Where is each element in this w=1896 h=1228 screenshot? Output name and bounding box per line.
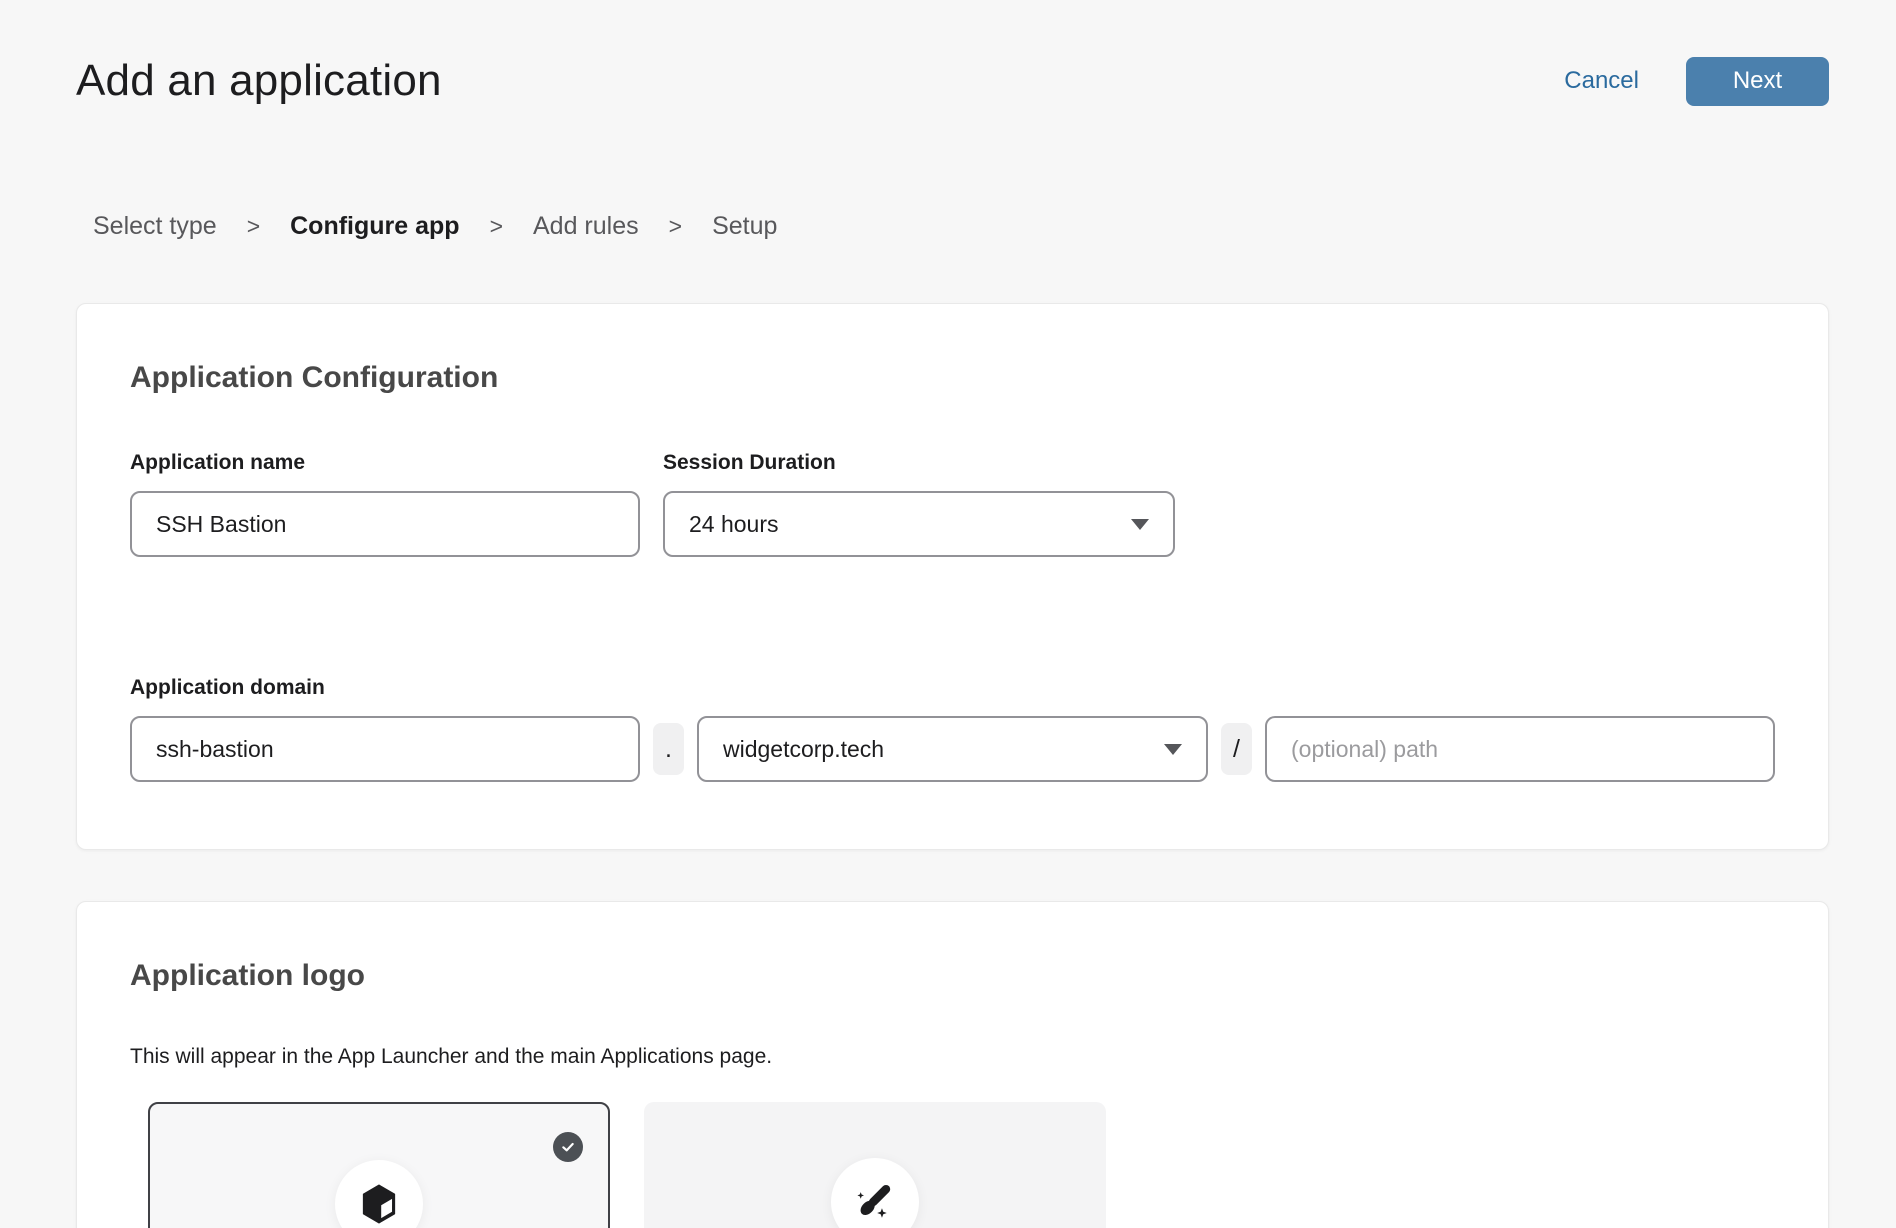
step-separator: > xyxy=(669,213,682,240)
cube-icon xyxy=(357,1182,401,1226)
default-logo-tile[interactable] xyxy=(148,1102,610,1228)
application-name-input[interactable] xyxy=(130,491,640,557)
name-session-row: Application name Session Duration 24 hou… xyxy=(130,448,1775,557)
slash-separator: / xyxy=(1221,723,1252,775)
paintbrush-sparkles-icon xyxy=(853,1180,897,1224)
custom-logo-circle xyxy=(831,1158,919,1228)
session-duration-label: Session Duration xyxy=(663,448,1175,477)
selected-badge xyxy=(553,1132,583,1162)
wizard-steps: Select type > Configure app > Add rules … xyxy=(93,212,1896,241)
chevron-down-icon xyxy=(1164,744,1182,755)
step-setup[interactable]: Setup xyxy=(712,212,777,241)
default-logo-circle xyxy=(335,1160,423,1228)
step-configure-app[interactable]: Configure app xyxy=(290,212,459,241)
application-domain-section: Application domain . widgetcorp.tech / xyxy=(130,673,1775,782)
dot-separator: . xyxy=(653,723,684,775)
subdomain-input[interactable] xyxy=(130,716,640,782)
page-header: Add an application Cancel Next xyxy=(0,0,1896,110)
application-domain-label: Application domain xyxy=(130,673,1775,702)
session-duration-select[interactable]: 24 hours xyxy=(663,491,1175,557)
application-name-field-group: Application name xyxy=(130,448,640,557)
session-duration-value: 24 hours xyxy=(689,511,779,538)
domain-select-value: widgetcorp.tech xyxy=(723,736,884,763)
custom-logo-tile[interactable] xyxy=(644,1102,1106,1228)
step-separator: > xyxy=(247,213,260,240)
application-domain-row: . widgetcorp.tech / xyxy=(130,716,1775,782)
application-name-label: Application name xyxy=(130,448,640,477)
cancel-button[interactable]: Cancel xyxy=(1564,67,1639,95)
next-button[interactable]: Next xyxy=(1686,57,1829,106)
application-logo-card: Application logo This will appear in the… xyxy=(76,901,1829,1228)
application-configuration-heading: Application Configuration xyxy=(130,358,1775,398)
path-input[interactable] xyxy=(1265,716,1775,782)
session-duration-field-group: Session Duration 24 hours xyxy=(663,448,1175,557)
step-add-rules[interactable]: Add rules xyxy=(533,212,639,241)
step-select-type[interactable]: Select type xyxy=(93,212,217,241)
logo-options xyxy=(148,1102,1775,1228)
domain-select[interactable]: widgetcorp.tech xyxy=(697,716,1208,782)
add-application-page: Add an application Cancel Next Select ty… xyxy=(0,0,1896,1228)
header-actions: Cancel Next xyxy=(1564,57,1829,106)
step-separator: > xyxy=(490,213,503,240)
application-configuration-card: Application Configuration Application na… xyxy=(76,303,1829,850)
check-icon xyxy=(560,1139,576,1155)
chevron-down-icon xyxy=(1131,519,1149,530)
application-logo-heading: Application logo xyxy=(130,956,1775,996)
page-title: Add an application xyxy=(76,56,442,106)
application-logo-description: This will appear in the App Launcher and… xyxy=(130,1044,1775,1070)
